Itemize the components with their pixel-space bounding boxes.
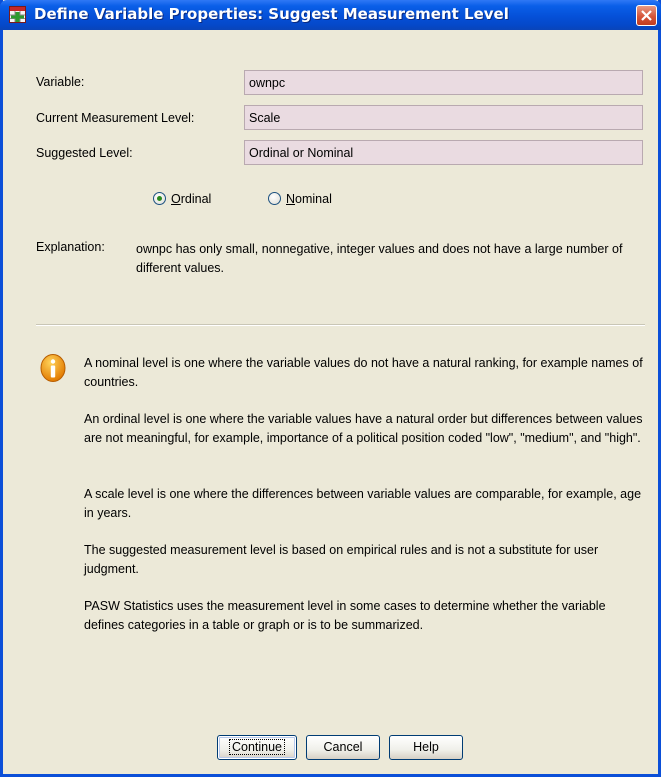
radio-unchecked-icon[interactable] [268, 192, 281, 205]
separator [36, 324, 645, 326]
suggested-level-label: Suggested Level: [36, 146, 133, 160]
current-level-field: Scale [244, 105, 643, 130]
nominal-radio-label: Nominal [286, 192, 332, 206]
explanation-label: Explanation: [36, 240, 105, 254]
help-button[interactable]: Help [389, 735, 463, 760]
suggested-level-field: Ordinal or Nominal [244, 140, 643, 165]
title-bar[interactable]: Define Variable Properties: Suggest Meas… [0, 0, 661, 30]
app-icon [9, 6, 26, 23]
close-icon [641, 10, 652, 21]
variable-field: ownpc [244, 70, 643, 95]
dialog-window: Define Variable Properties: Suggest Meas… [0, 0, 661, 777]
info-paragraph-suggested: The suggested measurement level is based… [84, 543, 599, 576]
nominal-radio[interactable]: Nominal [268, 192, 332, 206]
continue-button-label: Continue [228, 739, 286, 755]
cancel-button[interactable]: Cancel [306, 735, 380, 760]
info-paragraph-scale: A scale level is one where the differenc… [84, 487, 642, 520]
radio-checked-icon[interactable] [153, 192, 166, 205]
window-title: Define Variable Properties: Suggest Meas… [34, 5, 509, 23]
continue-button[interactable]: Continue [217, 735, 297, 760]
info-icon [40, 354, 66, 384]
ordinal-radio[interactable]: Ordinal [153, 192, 211, 206]
info-paragraph-ordinal: An ordinal level is one where the variab… [84, 412, 643, 445]
current-level-label: Current Measurement Level: [36, 111, 195, 125]
variable-label: Variable: [36, 75, 85, 89]
close-button[interactable] [636, 5, 657, 26]
info-paragraph-pasw: PASW Statistics uses the measurement lev… [84, 599, 606, 632]
ordinal-radio-label: Ordinal [171, 192, 212, 206]
info-paragraph-nominal: A nominal level is one where the variabl… [84, 356, 643, 389]
explanation-text: ownpc has only small, nonnegative, integ… [136, 242, 623, 275]
